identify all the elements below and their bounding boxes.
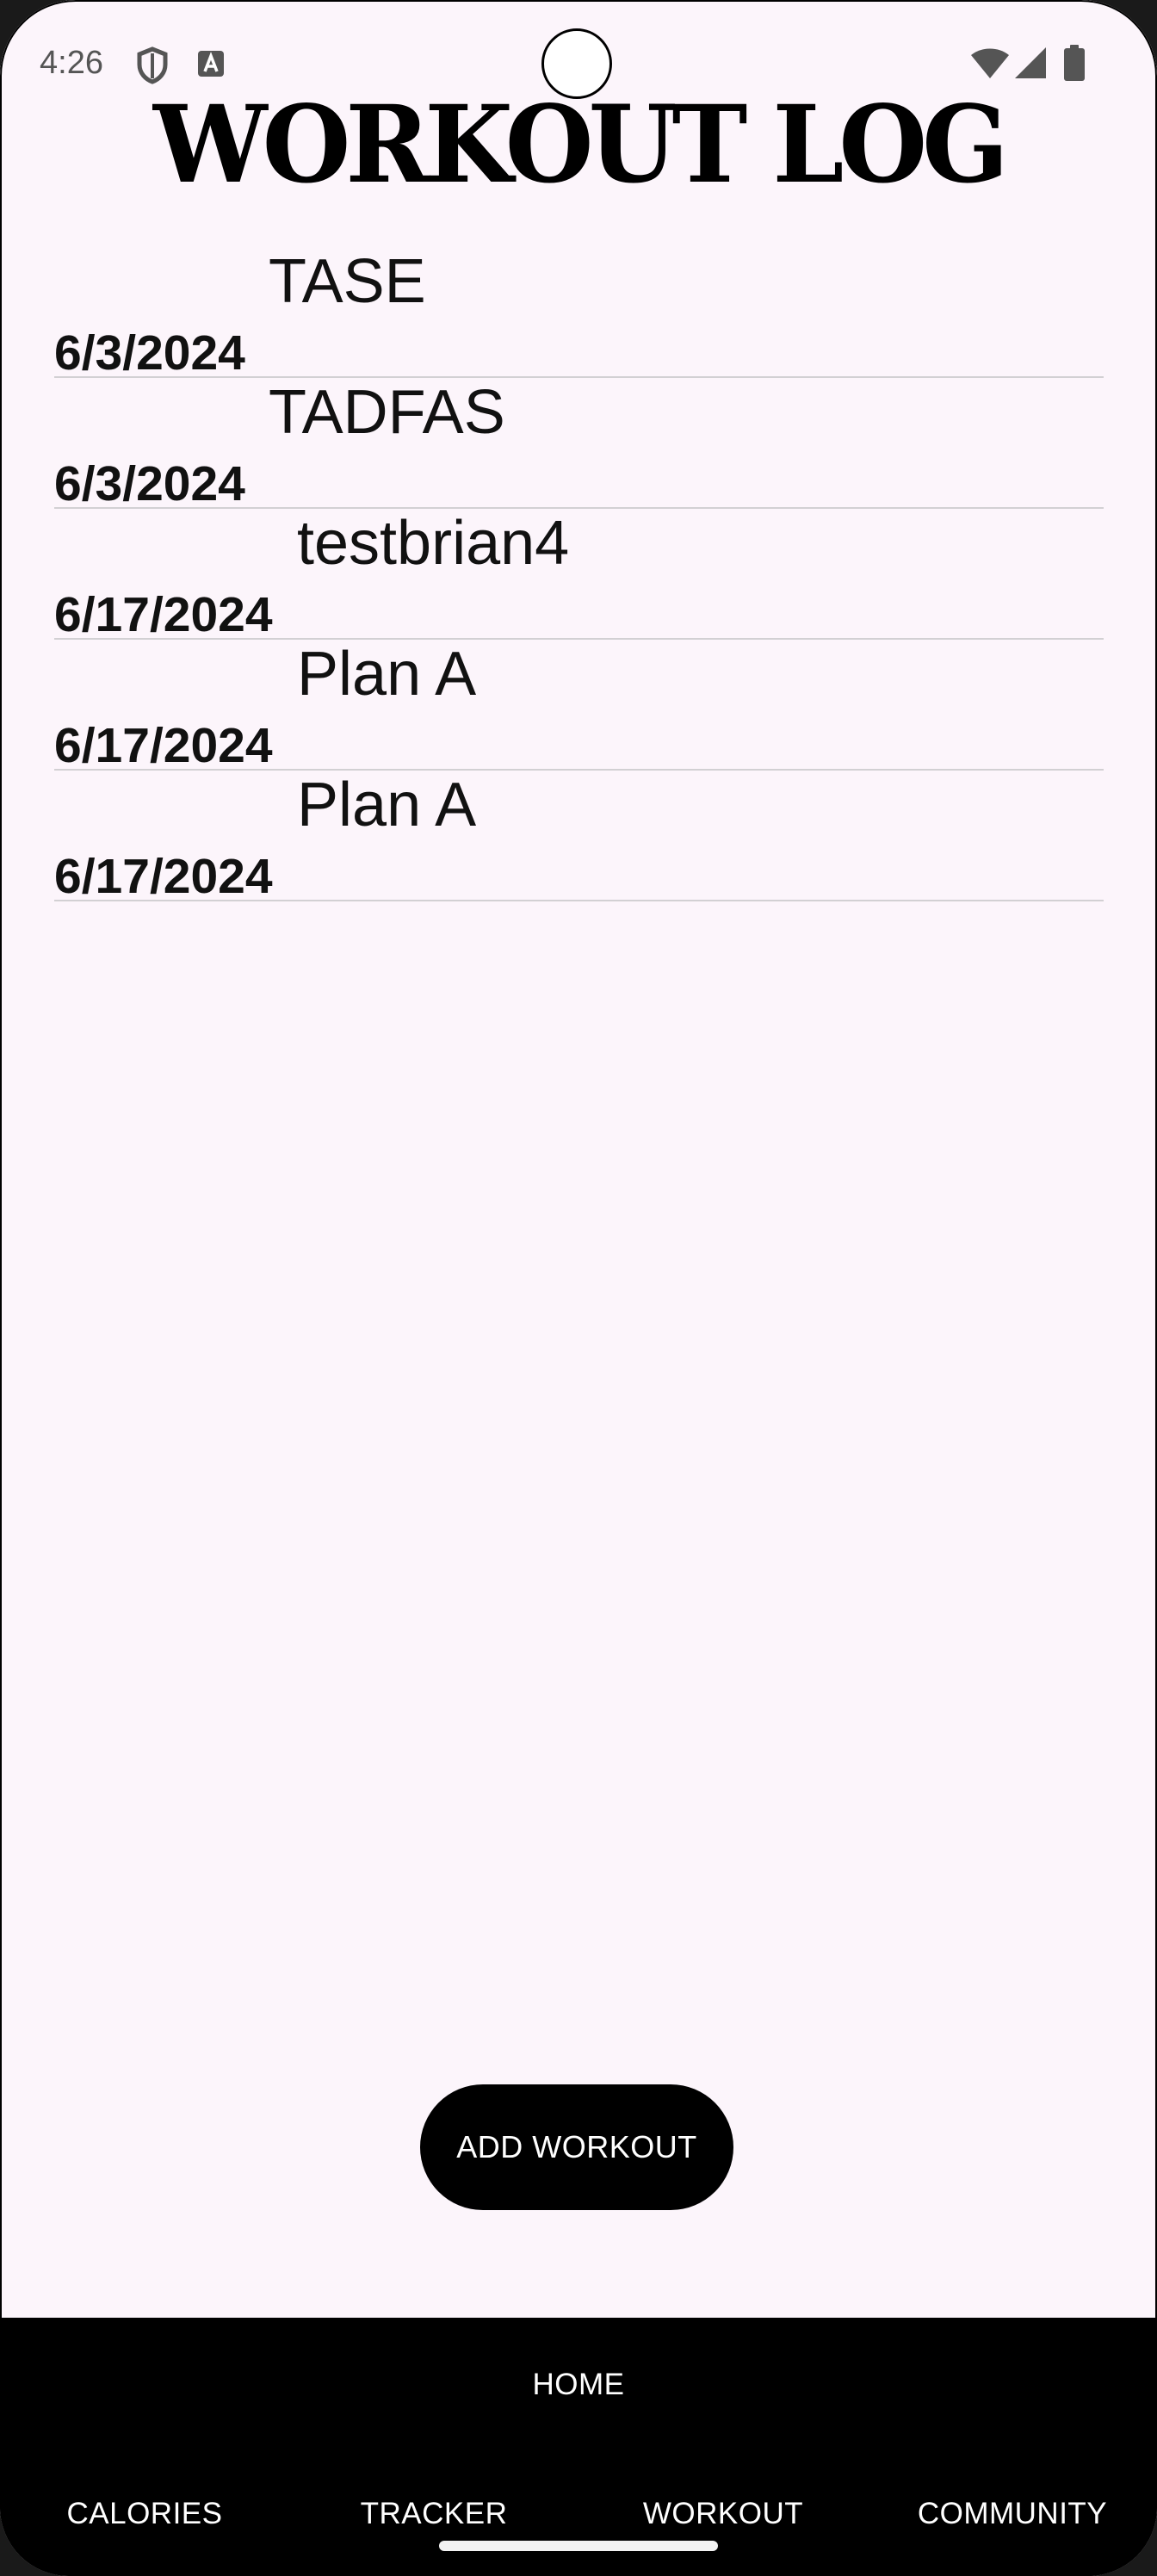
nav-tracker[interactable]: TRACKER xyxy=(331,2497,537,2531)
signal-icon xyxy=(1014,46,1047,84)
workout-date: 6/3/2024 xyxy=(54,325,245,381)
list-item[interactable]: Plan A 6/17/2024 xyxy=(54,640,1104,773)
nav-calories[interactable]: CALORIES xyxy=(41,2497,248,2531)
status-time: 4:26 xyxy=(40,45,103,81)
list-item[interactable]: testbrian4 6/17/2024 xyxy=(54,509,1104,642)
bottom-nav: HOME CALORIES TRACKER WORKOUT COMMUNITY xyxy=(0,2318,1157,2576)
workout-name: Plan A xyxy=(297,771,477,839)
workout-name: Plan A xyxy=(297,640,477,709)
list-item[interactable]: Plan A 6/17/2024 xyxy=(54,771,1104,904)
workout-date: 6/17/2024 xyxy=(54,718,273,773)
battery-icon xyxy=(1064,45,1085,85)
page-title: WORKOUT LOG xyxy=(153,81,1009,207)
add-workout-button[interactable]: ADD WORKOUT xyxy=(420,2084,733,2210)
nav-home[interactable]: HOME xyxy=(492,2368,665,2402)
a-box-icon xyxy=(197,50,225,82)
workout-name: testbrian4 xyxy=(297,509,570,578)
divider xyxy=(54,900,1104,901)
workout-date: 6/3/2024 xyxy=(54,456,245,511)
nav-workout[interactable]: WORKOUT xyxy=(620,2497,826,2531)
workout-name: TASE xyxy=(269,247,426,316)
list-item[interactable]: TADFAS 6/3/2024 xyxy=(54,378,1104,511)
workout-date: 6/17/2024 xyxy=(54,587,273,642)
wifi-icon xyxy=(970,48,1010,84)
app-screen: 4:26 WORKOUT LOG TASE 6/3/2024 TADFAS 6/… xyxy=(0,0,1157,2576)
home-indicator[interactable] xyxy=(439,2541,718,2551)
workout-name: TADFAS xyxy=(269,378,505,447)
workout-date: 6/17/2024 xyxy=(54,849,273,904)
list-item[interactable]: TASE 6/3/2024 xyxy=(54,247,1104,381)
nav-community[interactable]: COMMUNITY xyxy=(900,2497,1124,2531)
